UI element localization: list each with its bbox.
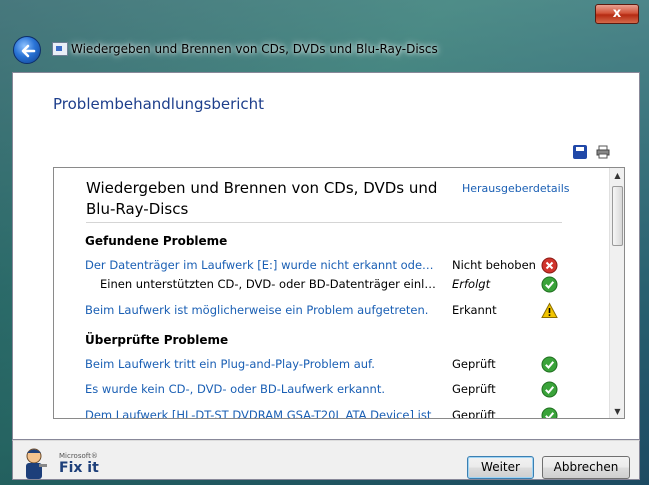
checked-link[interactable]: Beim Laufwerk tritt ein Plug-and-Play-Pr… (85, 357, 437, 371)
warning-icon (541, 302, 558, 318)
success-check-icon (541, 407, 558, 418)
vertical-scrollbar[interactable]: ▲ ▼ (609, 168, 624, 418)
problem-link[interactable]: Beim Laufwerk ist möglicherweise ein Pro… (85, 303, 437, 317)
checked-row: Beim Laufwerk tritt ein Plug-and-Play-Pr… (85, 356, 585, 375)
close-button[interactable]: x (595, 4, 639, 24)
problem-sub-row: Einen unterstützten CD-, DVD- oder BD-Da… (85, 276, 585, 295)
next-button[interactable]: Weiter (467, 456, 534, 479)
publisher-details-link[interactable]: Herausgeberdetails (462, 182, 569, 195)
scroll-up-arrow-icon[interactable]: ▲ (610, 168, 624, 184)
report-content: Wiedergeben und Brennen von CDs, DVDs un… (54, 168, 609, 419)
title-bar: x Wiedergeben und Brennen von CDs, DVDs … (0, 0, 649, 72)
back-button[interactable] (13, 36, 41, 64)
problem-status: Erkannt (452, 303, 497, 317)
report-title: Wiedergeben und Brennen von CDs, DVDs un… (86, 179, 438, 218)
problem-status: Erfolgt (452, 277, 491, 291)
fixit-brand-text: Microsoft® (59, 452, 98, 460)
window-title: Wiedergeben und Brennen von CDs, DVDs un… (71, 42, 438, 56)
scroll-thumb[interactable] (612, 186, 623, 246)
problem-row: Beim Laufwerk ist möglicherweise ein Pro… (85, 302, 585, 321)
fixit-mascot-icon (26, 448, 47, 479)
close-icon: x (612, 6, 622, 21)
checked-status: Geprüft (452, 408, 496, 419)
error-x-icon (541, 257, 558, 274)
checked-problems-heading: Überprüfte Probleme (85, 333, 229, 347)
save-icon[interactable] (573, 145, 587, 159)
problem-row: Der Datenträger im Laufwerk [E:] wurde n… (85, 257, 585, 276)
cancel-button[interactable]: Abbrechen (542, 456, 630, 479)
print-icon[interactable] (596, 145, 610, 159)
checked-link[interactable]: Es wurde kein CD-, DVD- oder BD-Laufwerk… (85, 382, 437, 396)
found-problems-heading: Gefundene Probleme (85, 234, 228, 248)
checked-status: Geprüft (452, 357, 496, 371)
checked-row: Es wurde kein CD-, DVD- oder BD-Laufwerk… (85, 381, 585, 400)
window-app-icon (52, 42, 68, 56)
back-arrow-icon (21, 44, 36, 58)
divider (86, 222, 562, 223)
fixit-logo: Microsoft® Fix it (17, 443, 137, 481)
checked-status: Geprüft (452, 382, 496, 396)
problem-link[interactable]: Der Datenträger im Laufwerk [E:] wurde n… (85, 258, 437, 272)
fixit-name: Fix it (59, 460, 99, 476)
client-area: Problembehandlungsbericht Wiedergeben un… (12, 72, 640, 440)
success-check-icon (541, 356, 558, 373)
success-check-icon (541, 381, 558, 398)
page-title: Problembehandlungsbericht (53, 95, 265, 113)
problem-status: Nicht behoben (452, 258, 536, 272)
scroll-down-arrow-icon[interactable]: ▼ (610, 404, 624, 418)
bottom-bar: Microsoft® Fix it Weiter Abbrechen (12, 440, 640, 480)
report-panel: Wiedergeben und Brennen von CDs, DVDs un… (53, 167, 625, 419)
window-frame: x Wiedergeben und Brennen von CDs, DVDs … (0, 0, 649, 485)
success-check-icon (541, 276, 558, 293)
checked-link[interactable]: Dem Laufwerk [HL-DT-ST DVDRAM GSA-T20L A… (85, 408, 437, 418)
problem-sub-text: Einen unterstützten CD-, DVD- oder BD-Da… (100, 277, 437, 291)
checked-row: Dem Laufwerk [HL-DT-ST DVDRAM GSA-T20L A… (85, 407, 585, 419)
